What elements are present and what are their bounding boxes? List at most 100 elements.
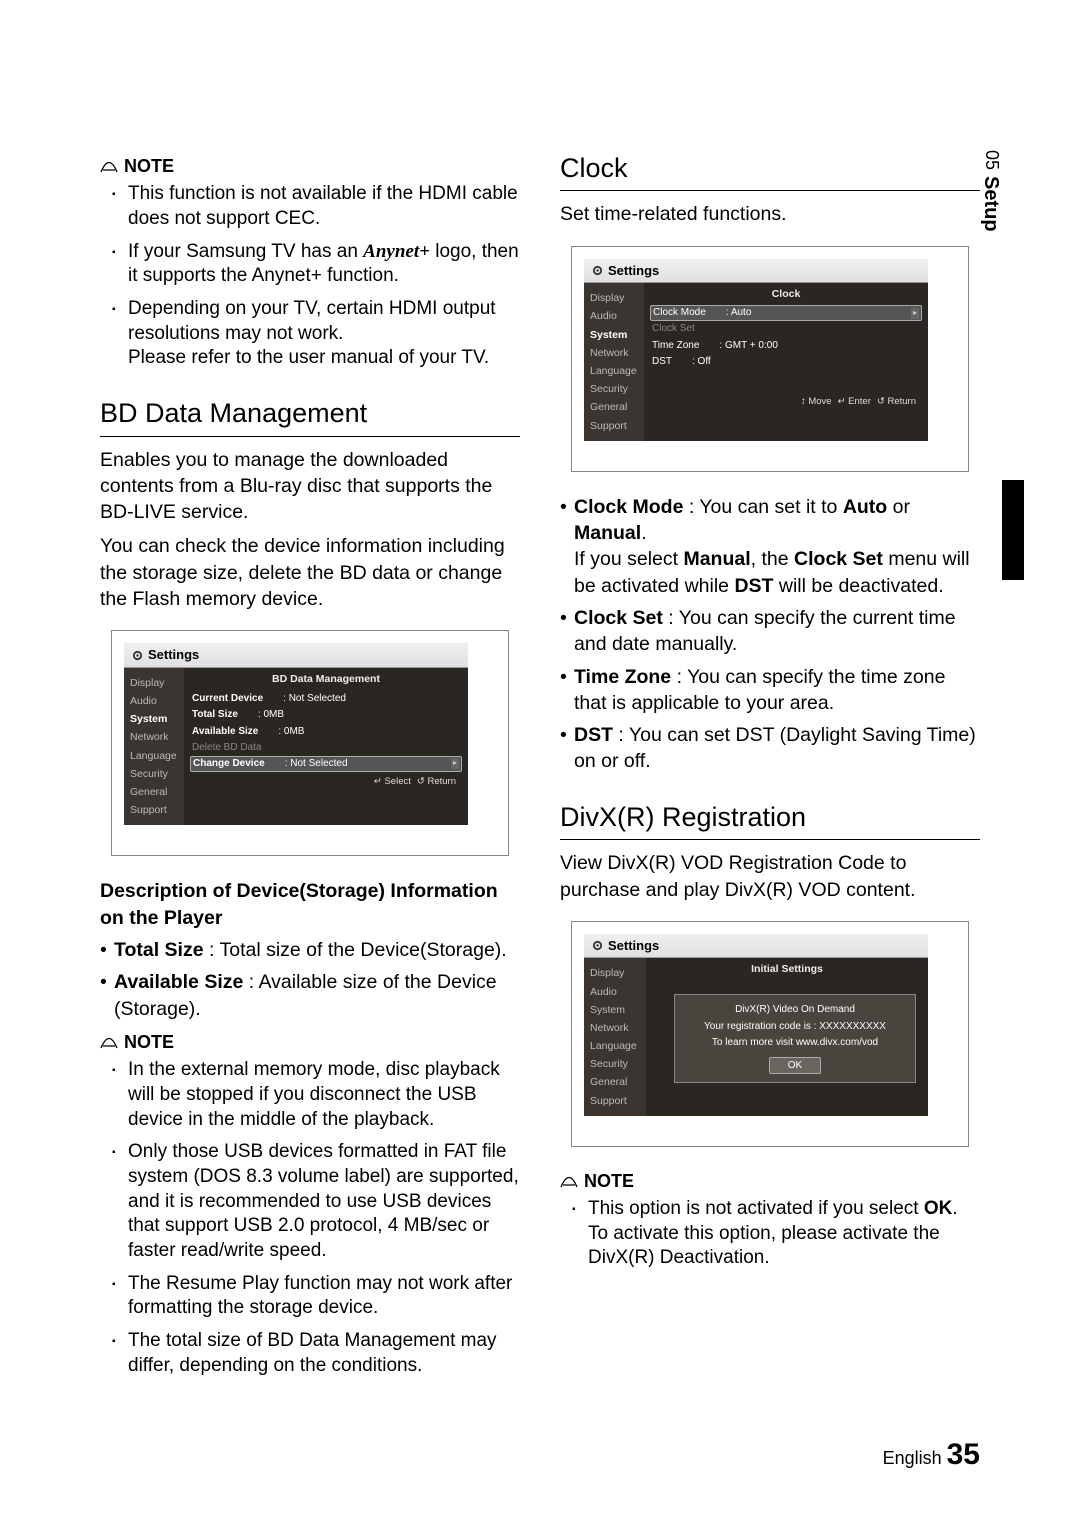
sidebar-item: Language (586, 362, 642, 380)
sidebar-item: Audio (126, 692, 182, 710)
sidebar-item: System (586, 326, 642, 344)
sidebar-item: Display (586, 289, 642, 307)
bullet-item: Available Size : Available size of the D… (114, 969, 520, 1022)
note-item: The total size of BD Data Management may… (128, 1329, 520, 1378)
anynet-logo: Anynet+ (363, 241, 430, 262)
rule (560, 839, 980, 840)
settings-screenshot-clock: Settings DisplayAudioSystemNetworkLangua… (571, 246, 969, 472)
detail-row: Total Size: 0MB (190, 707, 462, 724)
footer-page-num: 35 (947, 1438, 980, 1471)
note-item: This function is not available if the HD… (128, 182, 520, 231)
nav-hints: ↕ Move ↵ Enter ↺ Return (650, 392, 922, 411)
settings-screenshot-divx: Settings DisplayAudioSystemNetworkLangua… (571, 921, 969, 1147)
chevron-right-icon: ▸ (451, 758, 459, 769)
detail-title: BD Data Management (190, 672, 462, 686)
bullet-item: DST : You can set DST (Daylight Saving T… (574, 722, 980, 775)
right-column: Clock Set time-related functions. Settin… (560, 150, 980, 1386)
bullet-list: Clock Mode : You can set it to Auto or M… (560, 494, 980, 775)
note-header: NOTE (100, 154, 520, 178)
note-item: Only those USB devices formatted in FAT … (128, 1140, 520, 1263)
modal-line: DivX(R) Video On Demand (683, 1003, 907, 1017)
detail-row: Time Zone: GMT + 0:00 (650, 337, 922, 354)
sidebar-item: General (126, 783, 182, 801)
settings-panel: DisplayAudioSystemNetworkLanguageSecurit… (584, 283, 928, 440)
sidebar-item: Support (126, 801, 182, 819)
gear-icon (132, 650, 143, 661)
note-header: NOTE (560, 1169, 980, 1193)
section-heading-divx: DivX(R) Registration (560, 799, 980, 835)
body-text: Enables you to manage the downloaded con… (100, 447, 520, 526)
note-label: NOTE (584, 1169, 634, 1193)
bullet-item: Clock Mode : You can set it to Auto or M… (574, 494, 980, 599)
sidebar-item: Network (586, 1019, 644, 1037)
note-label: NOTE (124, 1030, 174, 1054)
settings-label: Settings (608, 262, 659, 280)
chevron-right-icon: ▸ (911, 308, 919, 319)
section-heading-bd: BD Data Management (100, 395, 520, 431)
detail-row[interactable]: Clock Mode: Auto▸ (650, 305, 922, 321)
sidebar-item: Security (586, 1055, 644, 1073)
sidebar-item: General (586, 1073, 644, 1091)
gear-icon (592, 940, 603, 951)
modal-line: Your registration code is : XXXXXXXXXX (683, 1020, 907, 1034)
modal-line: To learn more visit www.divx.com/vod (683, 1036, 907, 1050)
settings-sidebar: DisplayAudioSystemNetworkLanguageSecurit… (124, 668, 184, 825)
sidebar-item: Network (126, 728, 182, 746)
nav-hint: ↵ Select (374, 776, 411, 787)
note-icon (100, 159, 118, 173)
sidebar-item: Language (126, 747, 182, 765)
nav-hint: ↵ Enter (838, 396, 871, 407)
settings-detail: Clock Clock Mode: Auto▸Clock SetTime Zon… (644, 283, 928, 440)
chapter-name: Setup (979, 176, 1002, 232)
sidebar-item: System (126, 710, 182, 728)
divx-modal: DivX(R) Video On Demand Your registratio… (674, 994, 916, 1083)
ok-button[interactable]: OK (769, 1057, 821, 1075)
settings-detail: BD Data Management Current Device: Not S… (184, 668, 468, 825)
detail-row: Delete BD Data (190, 740, 462, 757)
settings-sidebar: DisplayAudioSystemNetworkLanguageSecurit… (584, 283, 644, 440)
note-list: This function is not available if the HD… (100, 182, 520, 371)
bullet-item: Clock Set : You can specify the current … (574, 605, 980, 658)
body-text: Set time-related functions. (560, 201, 980, 227)
detail-row: Current Device: Not Selected (190, 690, 462, 707)
sidebar-item: Language (586, 1037, 644, 1055)
left-column: NOTE This function is not available if t… (100, 150, 520, 1386)
desc-title: Description of Device(Storage) Informati… (100, 878, 520, 931)
sidebar-item: Display (586, 964, 644, 982)
nav-hint: ↺ Return (417, 776, 456, 787)
sidebar-item: Security (126, 765, 182, 783)
note-item: In the external memory mode, disc playba… (128, 1058, 520, 1132)
sidebar-item: Support (586, 1092, 644, 1110)
bullet-item: Time Zone : You can specify the time zon… (574, 664, 980, 717)
settings-panel: DisplayAudioSystemNetworkLanguageSecurit… (584, 958, 928, 1115)
sidebar-item: Audio (586, 307, 642, 325)
note-icon (560, 1174, 578, 1188)
sidebar-item: Display (126, 674, 182, 692)
sidebar-item: General (586, 398, 642, 416)
settings-titlebar: Settings (584, 259, 928, 284)
detail-row: DST: Off (650, 354, 922, 371)
settings-titlebar: Settings (124, 643, 468, 668)
note-icon (100, 1035, 118, 1049)
note-list: This option is not activated if you sele… (560, 1197, 980, 1271)
bullet-list: Total Size : Total size of the Device(St… (100, 937, 520, 1022)
detail-title: Initial Settings (652, 962, 922, 976)
chapter-tab: 05 Setup (979, 150, 1002, 232)
nav-hint: ↺ Return (877, 396, 916, 407)
sidebar-item: Support (586, 417, 642, 435)
rule (560, 190, 980, 191)
sidebar-item: Security (586, 380, 642, 398)
detail-row[interactable]: Change Device: Not Selected▸ (190, 756, 462, 772)
note-item: The Resume Play function may not work af… (128, 1272, 520, 1321)
note-item: If your Samsung TV has an Anynet+ logo, … (128, 240, 520, 289)
settings-panel: DisplayAudioSystemNetworkLanguageSecurit… (124, 668, 468, 825)
section-heading-clock: Clock (560, 150, 980, 186)
note-header: NOTE (100, 1030, 520, 1054)
nav-hint: ↕ Move (801, 396, 832, 407)
settings-titlebar: Settings (584, 934, 928, 959)
nav-hints: ↵ Select ↺ Return (190, 772, 462, 791)
note-label: NOTE (124, 154, 174, 178)
chapter-number: 05 (979, 150, 1002, 170)
detail-row: Available Size: 0MB (190, 723, 462, 740)
bullet-item: Total Size : Total size of the Device(St… (114, 937, 520, 963)
